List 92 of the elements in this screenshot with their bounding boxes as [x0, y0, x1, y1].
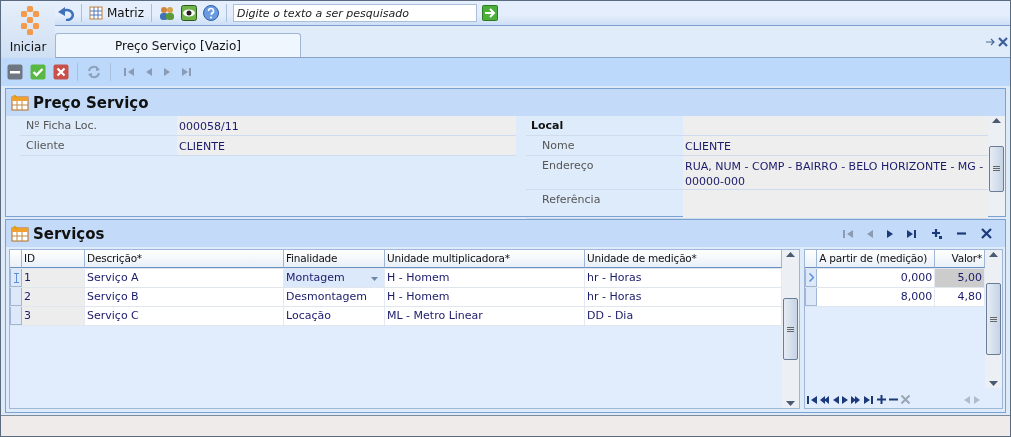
table-cell: 2 — [22, 288, 85, 306]
previous-icon[interactable] — [833, 395, 840, 404]
empty-field[interactable] — [683, 190, 988, 218]
users-icon — [159, 5, 175, 21]
view-button[interactable] — [180, 4, 198, 22]
grid-icon — [89, 6, 103, 20]
table-icon — [11, 225, 29, 242]
table-cell: Serviço B — [85, 288, 284, 306]
first-icon[interactable] — [807, 395, 818, 404]
next-icon[interactable] — [842, 395, 849, 404]
arrow-right-icon — [482, 5, 498, 21]
undo-icon — [58, 5, 74, 21]
field-label: Referência — [541, 192, 602, 208]
help-button[interactable] — [202, 4, 220, 22]
refresh-icon — [86, 64, 102, 80]
add-icon — [877, 395, 887, 404]
column-header[interactable]: Descrição* — [85, 250, 284, 268]
help-icon — [203, 5, 219, 21]
row-header[interactable] — [10, 269, 22, 287]
field-label: Endereço — [541, 158, 595, 174]
row-header[interactable] — [805, 269, 818, 287]
table-cell: 3 — [22, 307, 85, 325]
table-cell: 4,80 — [935, 288, 985, 306]
close-icon — [998, 36, 1008, 47]
table-cell: ML - Metro Linear — [385, 307, 585, 325]
start-button[interactable]: Iniciar — [1, 1, 55, 58]
fast-forward-icon[interactable] — [851, 395, 862, 404]
tab[interactable]: Preço Serviço [Vazio] — [55, 33, 301, 57]
column-header[interactable]: Valor* — [935, 250, 985, 268]
cancel-button[interactable] — [52, 63, 70, 81]
scroll-thumb[interactable] — [989, 145, 1004, 192]
go-button[interactable] — [481, 4, 499, 22]
scrollbar[interactable] — [985, 250, 1002, 388]
scroll-thumb[interactable] — [783, 298, 799, 360]
field-value[interactable]: RUA, NUM - COMP - BAIRRO - BELO HORIZONTE - MG - 00000-000 — [683, 156, 988, 189]
check-icon — [30, 64, 46, 80]
confirm-button[interactable] — [29, 63, 47, 81]
table-cell: hr - Horas — [585, 269, 783, 287]
field-label: Nº Ficha Loc. — [25, 118, 98, 134]
table-cell: DD - Dia — [585, 307, 783, 325]
minus-icon — [7, 64, 23, 80]
scroll-up-icon[interactable] — [992, 118, 1001, 123]
scroll-down-icon[interactable] — [786, 401, 796, 406]
scroll-up-icon[interactable] — [989, 252, 998, 257]
matrix-button[interactable]: Matriz — [88, 5, 145, 21]
table-cell: hr - Horas — [585, 288, 783, 306]
minus-button[interactable] — [6, 63, 24, 81]
table-cell: Serviço A — [85, 269, 284, 287]
column-header[interactable]: ID — [22, 250, 85, 268]
field-label: Cliente — [25, 138, 66, 154]
users-button[interactable] — [158, 4, 176, 22]
column-header[interactable]: Unidade multiplicadora* — [385, 250, 585, 268]
table-cell: Desmontagem — [284, 288, 385, 306]
field-value[interactable]: CLIENTE — [683, 136, 988, 155]
table-cell: 0,000 — [817, 269, 936, 287]
table-cell: H - Homem — [385, 288, 585, 306]
last-icon[interactable] — [907, 229, 917, 238]
rewind-icon[interactable] — [820, 395, 831, 404]
next-icon[interactable] — [887, 229, 893, 238]
panel-title: Preço Serviço — [33, 93, 149, 112]
close-icon — [901, 395, 911, 404]
field-label: Nome — [541, 138, 576, 154]
chevron-right-icon — [808, 273, 814, 282]
column-header[interactable]: Finalidade — [284, 250, 385, 268]
close-icon — [53, 64, 69, 80]
column-header[interactable]: Unidade de medição* — [585, 250, 783, 268]
scroll-down-icon[interactable] — [989, 381, 998, 386]
table-cell: 1 — [22, 269, 85, 287]
close-icon — [981, 228, 992, 239]
search-field[interactable]: Digite o texto a ser pesquisado — [233, 4, 477, 22]
scrollbar[interactable] — [988, 116, 1005, 216]
caret-icon — [371, 277, 378, 281]
column-header[interactable]: A partir de (medição) — [817, 250, 936, 268]
scroll-thumb[interactable] — [986, 283, 1001, 355]
undo-button[interactable] — [57, 4, 75, 22]
dropdown-field[interactable]: Montagem — [284, 269, 385, 287]
text-cursor-icon — [13, 272, 19, 283]
table-cell: Serviço C — [85, 307, 284, 325]
section-title: Local — [530, 118, 565, 134]
field-value[interactable]: CLIENTE — [177, 136, 516, 155]
field-value[interactable]: 000058/11 — [177, 116, 516, 135]
last-icon[interactable] — [864, 395, 875, 404]
table-icon — [11, 94, 29, 111]
table-cell: Locação — [284, 307, 385, 325]
panel-title: Serviços — [33, 224, 105, 243]
eye-icon — [181, 5, 197, 21]
scrollbar[interactable] — [782, 250, 800, 408]
table-cell: H - Homem — [385, 269, 585, 287]
table-cell: 5,00 — [935, 269, 985, 287]
table-cell: 8,000 — [817, 288, 936, 306]
scroll-up-icon[interactable] — [786, 252, 796, 257]
add-icon — [931, 228, 942, 239]
